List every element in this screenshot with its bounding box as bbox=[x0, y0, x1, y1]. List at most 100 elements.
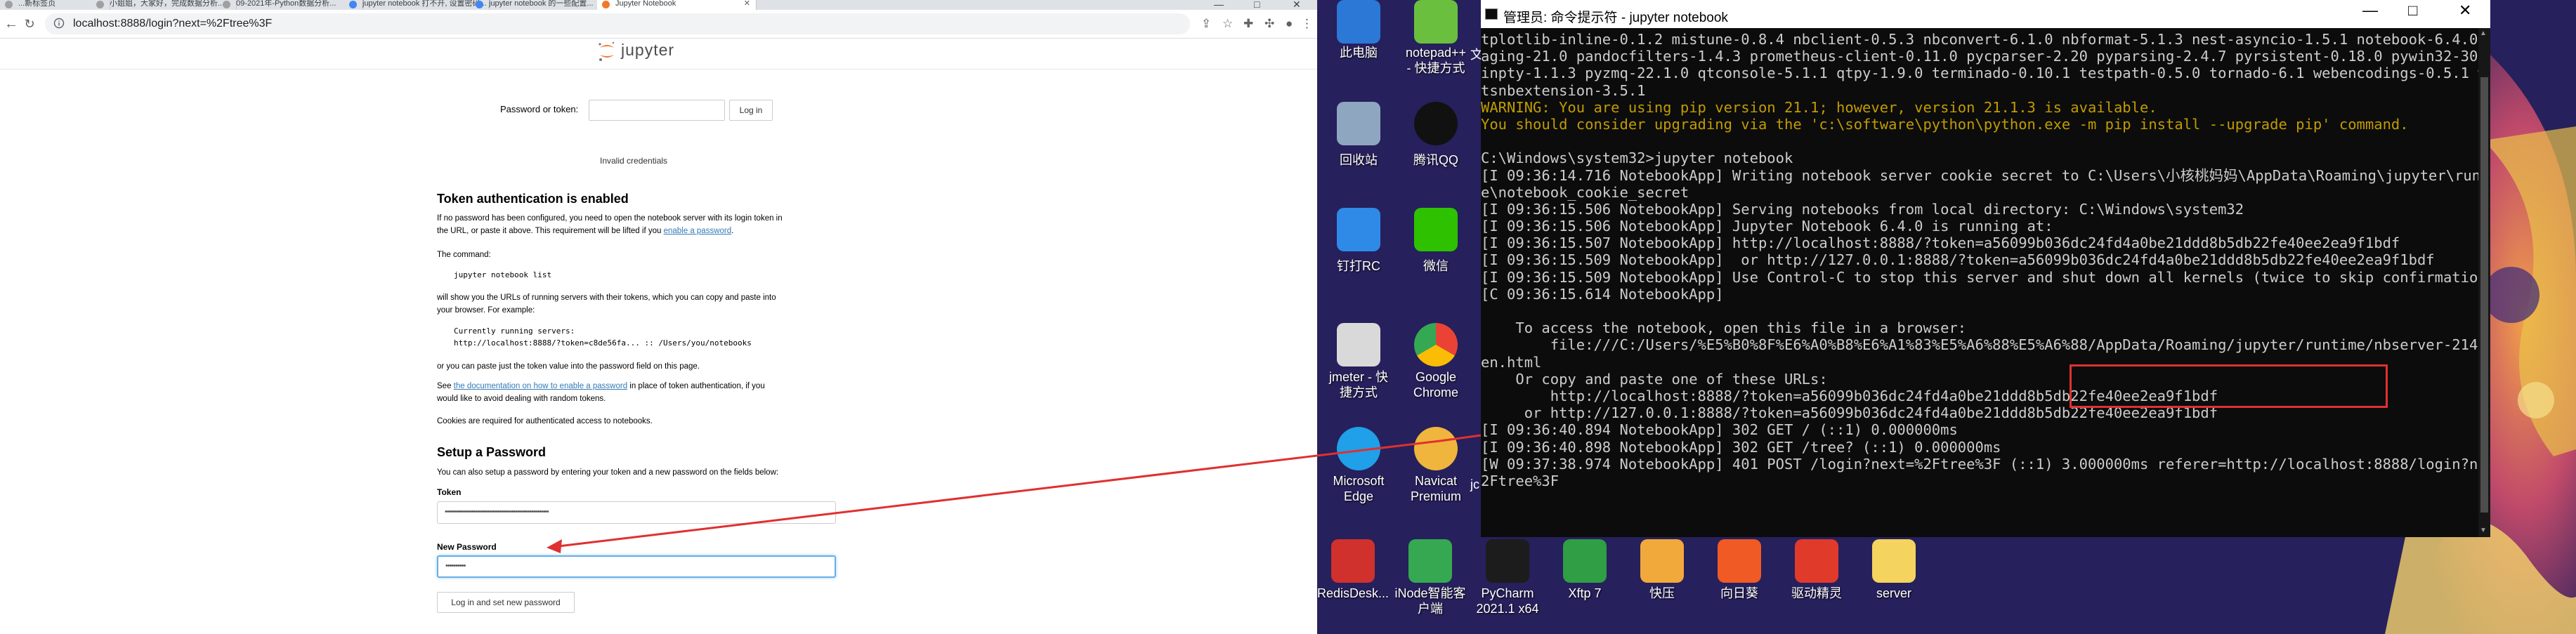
redis-desktop-shortcut[interactable]: RedisDesk... bbox=[1317, 539, 1392, 630]
qq-shortcut[interactable]: 腾讯QQ bbox=[1397, 102, 1475, 193]
desktop-icon-label: 快压 bbox=[1649, 586, 1675, 600]
scroll-thumb[interactable] bbox=[2480, 77, 2488, 513]
token-auth-heading: Token authentication is enabled bbox=[437, 192, 629, 206]
pycharm-shortcut[interactable]: PyCharm 2021.1 x64 bbox=[1469, 539, 1546, 630]
recycle-bin-shortcut[interactable]: 回收站 bbox=[1320, 102, 1397, 193]
tab-jupyter[interactable]: Jupyter Notebook ✕ bbox=[597, 0, 757, 10]
desktop-icon-label: Xftp 7 bbox=[1568, 586, 1602, 600]
token-input-value: ••••••••••••••••••••••••••••••••••••••••… bbox=[445, 508, 549, 516]
desktop-icon-label: notepad++ - 快捷方式 bbox=[1405, 46, 1467, 75]
tab-3[interactable]: 09-2021年-Python数据分析... bbox=[218, 0, 363, 10]
jupyter-logo-text: jupyter bbox=[621, 41, 675, 59]
token-label: Token bbox=[437, 487, 462, 497]
notepad-plus-plus-shortcut[interactable]: notepad++ - 快捷方式 bbox=[1397, 0, 1475, 91]
console-line: tsnbextension-3.5.1 bbox=[1481, 81, 1646, 99]
navicat-icon bbox=[1414, 427, 1458, 470]
kuaiya-shortcut[interactable]: 快压 bbox=[1623, 539, 1701, 630]
extensions-puzzle-icon[interactable]: ✣ bbox=[1264, 15, 1274, 32]
redis-icon bbox=[1331, 539, 1375, 583]
cookies-paragraph: Cookies are required for authenticated a… bbox=[437, 417, 653, 425]
inode-shortcut[interactable]: iNode智能客 户端 bbox=[1392, 539, 1469, 630]
desktop-icon-label: 回收站 bbox=[1340, 153, 1378, 167]
close-window-button[interactable]: ✕ bbox=[1293, 0, 1301, 11]
cmd-maximize-button[interactable]: □ bbox=[2408, 1, 2417, 20]
token-input[interactable]: ••••••••••••••••••••••••••••••••••••••••… bbox=[437, 501, 836, 524]
menu-icon[interactable]: ⋮ bbox=[1301, 15, 1313, 32]
command-intro: The command: bbox=[437, 251, 491, 259]
documentation-link[interactable]: the documentation on how to enable a pas… bbox=[454, 382, 627, 390]
cmd-titlebar[interactable]: 管理员: 命令提示符 - jupyter notebook — □ ✕ bbox=[1481, 0, 2490, 28]
console-line: [I 09:36:15.506 NotebookApp] Serving not… bbox=[1481, 200, 2244, 218]
code-example-line-1: Currently running servers: bbox=[454, 326, 575, 336]
header-divider bbox=[0, 69, 1317, 70]
minimize-button[interactable]: — bbox=[1214, 0, 1224, 10]
desktop-icon-label: 驱动精灵 bbox=[1791, 586, 1842, 600]
login-and-set-password-button[interactable]: Log in and set new password bbox=[437, 592, 575, 613]
browser-window: ...新标签页 小姐姐，大家好，完成数据分析... 09-2021年-Pytho… bbox=[0, 0, 1317, 634]
jupyter-logo-icon bbox=[599, 41, 615, 61]
code-example-line-2: http://localhost:8888/?token=c8de56fa...… bbox=[454, 338, 752, 348]
new-password-label: New Password bbox=[437, 542, 497, 552]
tab-favicon-icon bbox=[476, 1, 483, 8]
cmd-minimize-button[interactable]: — bbox=[2362, 1, 2378, 20]
qq-penguin-icon bbox=[1414, 102, 1458, 145]
scroll-down-icon[interactable]: ▼ bbox=[2480, 527, 2487, 534]
edge-shortcut[interactable]: Microsoft Edge bbox=[1320, 427, 1397, 518]
login-button[interactable]: Log in bbox=[729, 100, 773, 121]
url-highlight-box bbox=[2070, 364, 2388, 408]
dingtalk-icon bbox=[1337, 208, 1380, 251]
console-line: e\notebook_cookie_secret bbox=[1481, 183, 1689, 201]
xftp-shortcut[interactable]: Xftp 7 bbox=[1546, 539, 1623, 630]
paste-token-paragraph: or you can paste just the token value in… bbox=[437, 362, 700, 371]
maximize-button[interactable]: □ bbox=[1254, 0, 1260, 10]
enable-password-link[interactable]: enable a password bbox=[664, 227, 732, 235]
xftp-icon bbox=[1563, 539, 1607, 583]
cmd-scrollbar[interactable]: ▲ ▼ bbox=[2478, 28, 2490, 537]
documentation-paragraph: See the documentation on how to enable a… bbox=[437, 382, 765, 403]
console-line: You should consider upgrading via the 'c… bbox=[1481, 115, 2409, 133]
tab-4[interactable]: jupyter notebook 打不开, 设置密码... bbox=[344, 0, 490, 10]
tab-5[interactable]: jupyter notebook 的一些配置... bbox=[471, 0, 616, 10]
navicat-shortcut[interactable]: Navicat Premium bbox=[1397, 427, 1475, 518]
back-arrow-icon[interactable]: ← bbox=[3, 15, 20, 32]
new-password-input[interactable]: •••••••••• bbox=[437, 555, 836, 578]
notepad-plus-plus-icon bbox=[1414, 0, 1458, 44]
jmeter-shortcut[interactable]: jmeter - 快 捷方式 bbox=[1320, 323, 1397, 414]
pycharm-icon bbox=[1486, 539, 1529, 583]
console-output[interactable]: tplotlib-inline-0.1.2 mistune-0.8.4 nbcl… bbox=[1481, 31, 2485, 536]
reload-icon[interactable]: ↻ bbox=[21, 15, 38, 32]
extension-icon[interactable]: ✚ bbox=[1243, 15, 1253, 32]
tab-2[interactable]: 小姐姐，大家好，完成数据分析... bbox=[91, 0, 237, 10]
console-line: 2Ftree%3F bbox=[1481, 472, 1560, 489]
sunlogin-shortcut[interactable]: 向日葵 bbox=[1701, 539, 1778, 630]
folder-icon bbox=[1872, 539, 1916, 583]
driver-genius-shortcut[interactable]: 驱动精灵 bbox=[1778, 539, 1855, 630]
desktop-icon-label: Navicat Premium bbox=[1410, 474, 1461, 503]
chrome-shortcut[interactable]: Google Chrome bbox=[1397, 323, 1475, 414]
dingtalk-shortcut[interactable]: 钉打RC bbox=[1320, 208, 1397, 299]
bookmark-star-icon[interactable]: ☆ bbox=[1222, 15, 1233, 32]
info-icon[interactable] bbox=[53, 18, 65, 29]
new-password-input-value: •••••••••• bbox=[445, 562, 466, 570]
wechat-shortcut[interactable]: 微信 bbox=[1397, 208, 1475, 299]
command-prompt-window[interactable]: 管理员: 命令提示符 - jupyter notebook — □ ✕ tplo… bbox=[1481, 0, 2490, 537]
profile-avatar-icon[interactable]: ● bbox=[1286, 15, 1293, 32]
tab-close-icon[interactable]: ✕ bbox=[744, 0, 750, 8]
tab-favicon-icon bbox=[349, 1, 357, 8]
desktop-icon-label: 腾讯QQ bbox=[1413, 153, 1458, 167]
desktop-icon-label: 钉打RC bbox=[1337, 259, 1380, 273]
console-line: [C 09:36:15.614 NotebookApp] bbox=[1481, 285, 1724, 303]
server-folder-shortcut[interactable]: server bbox=[1855, 539, 1933, 630]
share-icon[interactable]: ⇪ bbox=[1201, 15, 1211, 32]
scroll-up-icon[interactable]: ▲ bbox=[2480, 29, 2487, 37]
desktop-icon-label: RedisDesk... bbox=[1317, 586, 1390, 600]
password-input[interactable] bbox=[589, 100, 725, 121]
password-label: Password or token: bbox=[500, 104, 579, 114]
address-bar[interactable]: localhost:8888/login?next=%2Ftree%3F bbox=[45, 13, 1190, 34]
this-pc-shortcut[interactable]: 此电脑 bbox=[1320, 0, 1397, 91]
console-line: WARNING: You are using pip version 21.1;… bbox=[1481, 98, 2157, 116]
cmd-icon bbox=[1485, 8, 1498, 20]
cmd-close-button[interactable]: ✕ bbox=[2459, 1, 2471, 20]
